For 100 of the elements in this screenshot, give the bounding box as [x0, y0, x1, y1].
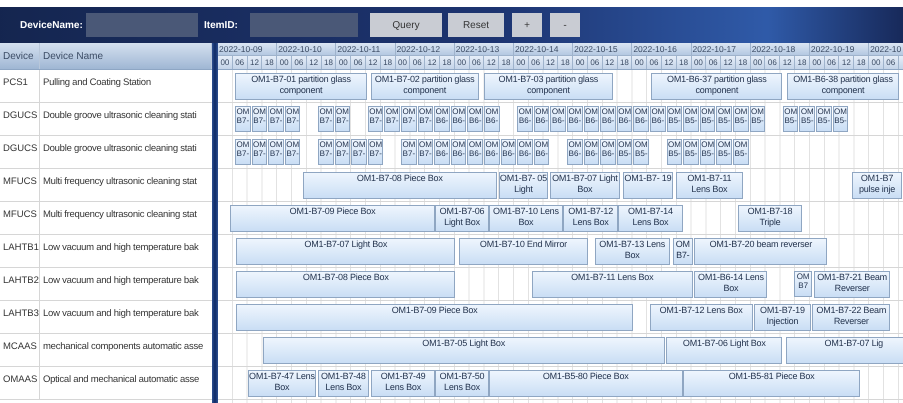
input-field[interactable] [250, 13, 358, 37]
task-bar[interactable]: OM1-B6-38 partition glass component [787, 73, 899, 100]
task-bar[interactable]: OM B6- [534, 106, 550, 132]
task-bar[interactable]: OM B7- [252, 106, 268, 132]
task-bar[interactable]: OM B7- [284, 139, 300, 165]
task-bar[interactable]: OM1-B7-21 Beam Reverser [814, 271, 890, 298]
task-bar[interactable]: OM B6- [484, 139, 500, 165]
task-bar[interactable]: OM B5- [700, 139, 716, 165]
task-bar[interactable]: OM1-B7-14 Lens Box [618, 205, 683, 232]
task-bar[interactable]: OM B7- [334, 106, 350, 132]
task-bar[interactable]: OM B6- [500, 139, 516, 165]
task-bar[interactable]: OM B5- [816, 106, 832, 132]
task-bar[interactable]: OM B7- [318, 139, 334, 165]
task-bar[interactable]: OM B7- [368, 106, 384, 132]
task-bar[interactable]: OM B7- [268, 106, 284, 132]
task-bar[interactable]: OM B6- [600, 139, 616, 165]
task-bar[interactable]: OM B5- [750, 106, 766, 132]
task-bar[interactable]: OM B6- [567, 106, 583, 132]
task-bar[interactable]: OM B7- [401, 106, 417, 132]
input-field[interactable] [86, 13, 198, 37]
task-bar[interactable]: OM B6- [584, 139, 600, 165]
task-bar[interactable]: OM1-B5-80 Piece Box [488, 370, 683, 397]
task-bar[interactable]: OM1-B7-18 Triple [738, 205, 802, 232]
task-bar[interactable]: OM1-B7-19 Injection [754, 304, 811, 331]
task-bar[interactable]: OM1-B7-03 partition glass component [484, 73, 614, 100]
task-bar[interactable]: OM B6- [467, 139, 484, 165]
task-bar[interactable]: OM B6- [434, 106, 450, 132]
task-bar[interactable]: OM B5- [666, 106, 682, 132]
task-bar[interactable]: OM B7- [318, 106, 334, 132]
task-bar[interactable]: OM1-B7-06 Light Box [666, 337, 782, 364]
task-bar[interactable]: OM B7- [268, 139, 284, 165]
task-bar[interactable]: OM B6- [650, 106, 666, 132]
task-bar[interactable]: OM B5- [666, 139, 682, 165]
task-bar[interactable]: OM B6- [616, 106, 632, 132]
task-bar[interactable]: OM1-B7-09 Piece Box [236, 304, 633, 331]
task-bar[interactable]: OM1-B7-08 Piece Box [236, 271, 456, 298]
task-bar[interactable]: OM B7- [368, 139, 384, 165]
task-bar[interactable]: OM1-B7-12 Lens Box [563, 205, 618, 232]
task-bar[interactable]: OM B6- [450, 106, 466, 132]
task-bar[interactable]: OM1-B7-09 Piece Box [230, 205, 436, 232]
task-bar[interactable]: OM B7 [794, 271, 812, 297]
task-bar[interactable]: OM B6- [517, 106, 533, 132]
task-bar[interactable]: OM B5- [733, 106, 749, 132]
task-bar[interactable]: OM1-B7-48 Lens Box [318, 370, 370, 397]
task-bar[interactable]: OM1-B7-10 Lens Box [488, 205, 564, 232]
toolbar-button[interactable]: - [550, 13, 580, 37]
task-bar[interactable]: OM B7- [284, 106, 300, 132]
task-bar[interactable]: OM B5- [616, 139, 632, 165]
task-bar[interactable]: OM B6- [534, 139, 550, 165]
task-bar[interactable]: OM B6- [567, 139, 583, 165]
task-bar[interactable]: OM B5- [683, 139, 699, 165]
task-bar[interactable]: OM B6- [434, 139, 450, 165]
task-bar[interactable]: OM B5- [782, 106, 798, 132]
task-bar[interactable]: OM1-B7-13 Lens Box [594, 238, 670, 265]
task-bar[interactable]: OM B7- [334, 139, 350, 165]
column-header[interactable]: Device [0, 43, 40, 69]
task-bar[interactable]: OM1-B7-11 Lens Box [676, 172, 743, 199]
task-bar[interactable]: OM B7- [418, 106, 434, 132]
task-bar[interactable]: OM B5- [716, 139, 732, 165]
task-bar[interactable]: OM B5- [799, 106, 816, 132]
task-bar[interactable]: OM1-B7 pulse inje [852, 172, 902, 199]
task-bar[interactable]: OM1-B7-11 Lens Box [532, 271, 693, 298]
task-bar[interactable]: OM1-B7-05 Light Box [262, 337, 665, 364]
task-bar[interactable]: OM1-B7-10 End Mirror [458, 238, 588, 265]
task-bar[interactable]: OM1-B7-06 Light Box [435, 205, 489, 232]
task-bar[interactable]: OM1-B7-50 Lens Box [435, 370, 489, 397]
task-bar[interactable]: OM1-B7-47 Lens Box [248, 370, 316, 397]
task-bar[interactable]: OM1-B7- 05 Light [498, 172, 548, 199]
toolbar-button[interactable]: + [512, 13, 542, 37]
task-bar[interactable]: OM1-B7-12 Lens Box [650, 304, 752, 331]
task-bar[interactable]: OM1-B7-22 Beam Reverser [812, 304, 890, 331]
task-bar[interactable]: OM B7- [401, 139, 417, 165]
task-bar[interactable]: OM B6- [484, 106, 500, 132]
task-bar[interactable]: OM B6- [633, 106, 650, 132]
task-bar[interactable]: OM B5- [733, 139, 749, 165]
task-bar[interactable]: OM B5- [633, 139, 650, 165]
task-bar[interactable]: OM B5- [832, 106, 848, 132]
task-bar[interactable]: OM B6- [467, 106, 484, 132]
task-bar[interactable]: OM B5- [716, 106, 732, 132]
task-bar[interactable]: OM B7- [672, 238, 693, 265]
task-bar[interactable]: OM1-B7-07 Light Box [550, 172, 620, 199]
task-bar[interactable]: OM1-B7-02 partition glass component [370, 73, 479, 100]
task-bar[interactable]: OM B7- [252, 139, 268, 165]
task-bar[interactable]: OM1-B7-49 Lens Box [370, 370, 436, 397]
task-bar[interactable]: OM B5- [700, 106, 716, 132]
task-bar[interactable]: OM B7- [384, 106, 400, 132]
task-bar[interactable]: OM B6- [517, 139, 533, 165]
task-bar[interactable]: OM B7- [351, 139, 367, 165]
toolbar-button[interactable]: Reset [448, 13, 504, 37]
task-bar[interactable]: OM1-B7-07 Light Box [236, 238, 456, 265]
task-bar[interactable]: OM1-B6-37 partition glass component [651, 73, 782, 100]
task-bar[interactable]: OM B7- [235, 139, 251, 165]
task-bar[interactable]: OM1-B5-81 Piece Box [682, 370, 860, 397]
task-bar[interactable]: OM1-B7-20 beam reverser [694, 238, 828, 265]
task-bar[interactable]: OM1-B7-07 Lig [786, 337, 903, 364]
task-bar[interactable]: OM B5- [683, 106, 699, 132]
task-bar[interactable]: OM1-B7- 19 [623, 172, 673, 199]
task-bar[interactable]: OM B7- [235, 106, 251, 132]
task-bar[interactable]: OM B6- [450, 139, 466, 165]
task-bar[interactable]: OM B6- [550, 106, 566, 132]
